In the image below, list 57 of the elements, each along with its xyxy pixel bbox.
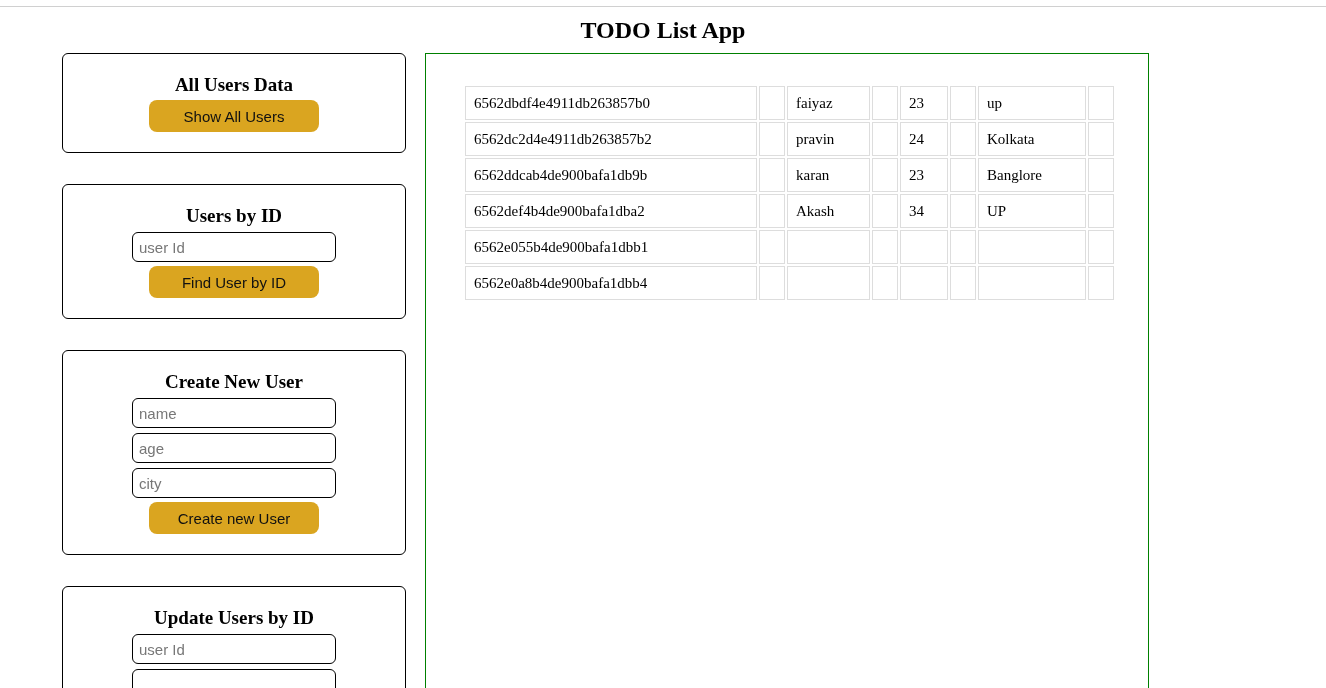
table-cell	[872, 158, 898, 192]
table-cell	[1088, 194, 1114, 228]
action-button[interactable]: Find User by ID	[149, 266, 319, 298]
table-cell	[872, 266, 898, 300]
table-cell	[759, 230, 785, 264]
table-cell	[1088, 158, 1114, 192]
table-cell	[759, 194, 785, 228]
table-cell	[1088, 86, 1114, 120]
table-cell: karan	[787, 158, 870, 192]
input-field[interactable]: city	[132, 468, 336, 498]
table-cell: 23	[900, 158, 948, 192]
table-cell	[950, 122, 976, 156]
table-cell: 23	[900, 86, 948, 120]
table-cell: 6562e0a8b4de900bafa1dbb4	[465, 266, 757, 300]
card-heading: Update Users by ID	[154, 607, 314, 629]
table-cell: Akash	[787, 194, 870, 228]
action-button[interactable]: Show All Users	[149, 100, 319, 132]
table-cell: 34	[900, 194, 948, 228]
input-field[interactable]: name	[132, 398, 336, 428]
table-cell: 6562ddcab4de900bafa1db9b	[465, 158, 757, 192]
input-field[interactable]: user Id	[132, 232, 336, 262]
table-cell	[1088, 122, 1114, 156]
table-cell	[872, 86, 898, 120]
table-cell	[759, 158, 785, 192]
table-cell: UP	[978, 194, 1086, 228]
card-heading: Users by ID	[185, 205, 283, 227]
input-field[interactable]: age	[132, 433, 336, 463]
table-cell	[1088, 266, 1114, 300]
table-cell	[950, 86, 976, 120]
table-cell: 24	[900, 122, 948, 156]
card-heading: All Users Data	[174, 74, 294, 96]
table-cell: pravin	[787, 122, 870, 156]
table-cell: Banglore	[978, 158, 1086, 192]
table-cell: up	[978, 86, 1086, 120]
table-cell: 6562e055b4de900bafa1dbb1	[465, 230, 757, 264]
table-cell	[759, 122, 785, 156]
card-heading: Create New User	[165, 371, 303, 393]
table-cell	[759, 266, 785, 300]
input-field[interactable]: user Id	[132, 634, 336, 664]
table-cell	[900, 266, 948, 300]
table-cell	[950, 158, 976, 192]
table-cell	[950, 194, 976, 228]
page-title: TODO List App	[0, 6, 1326, 53]
table-cell: 6562def4b4de900bafa1dba2	[465, 194, 757, 228]
table-cell: Kolkata	[978, 122, 1086, 156]
table-cell	[900, 230, 948, 264]
table-cell	[872, 230, 898, 264]
table-cell	[1088, 230, 1114, 264]
table-cell	[872, 194, 898, 228]
table-cell	[950, 266, 976, 300]
table-cell	[950, 230, 976, 264]
table-cell: 6562dbdf4e4911db263857b0	[465, 86, 757, 120]
action-button[interactable]: Create new User	[149, 502, 319, 534]
table-cell: 6562dc2d4e4911db263857b2	[465, 122, 757, 156]
table-cell: faiyaz	[787, 86, 870, 120]
table-cell	[872, 122, 898, 156]
table-cell	[759, 86, 785, 120]
